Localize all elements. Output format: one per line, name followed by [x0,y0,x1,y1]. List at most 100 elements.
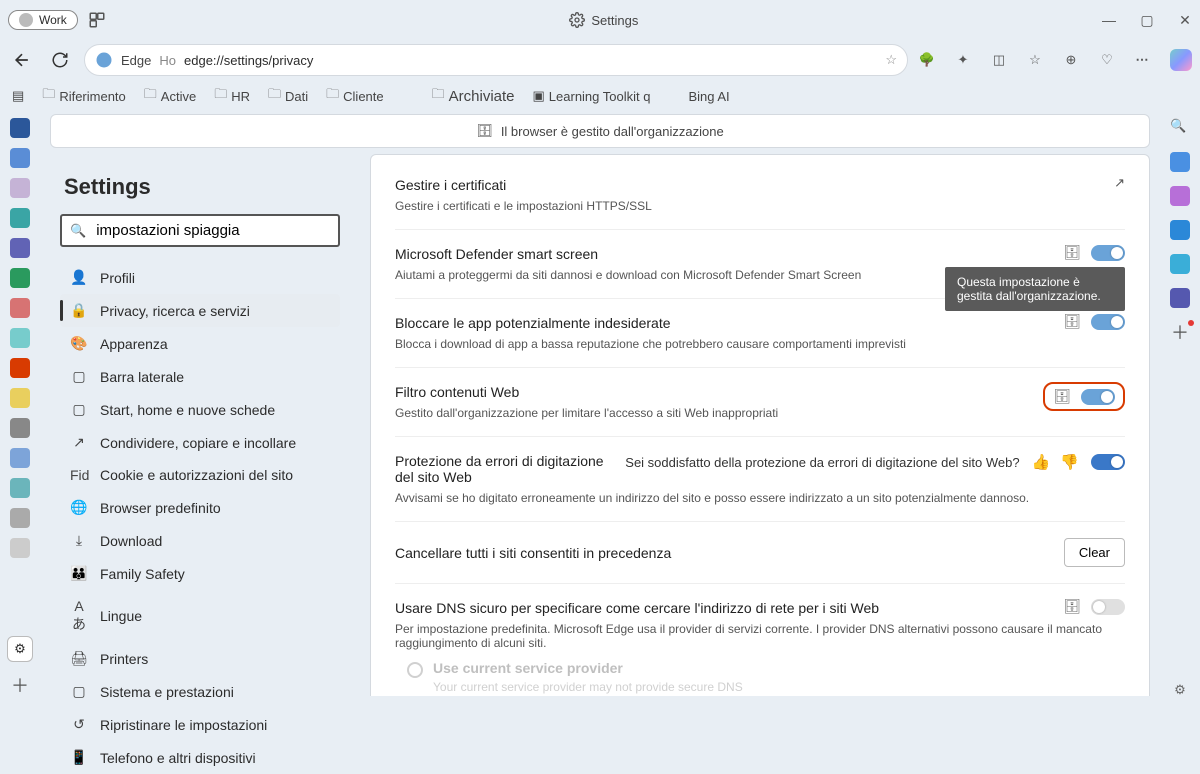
managed-tooltip: Questa impostazione è gestita dall'organ… [945,267,1125,311]
back-button[interactable] [8,46,36,74]
pinned-app[interactable] [10,538,30,558]
browser-essentials-icon[interactable]: ♡ [1098,51,1116,69]
settings-nav-item[interactable]: 🔒Privacy, ricerca e servizi [60,294,340,327]
settings-heading: Settings [64,174,340,200]
settings-search[interactable]: 🔍 [60,214,340,247]
more-menu-icon[interactable]: ⋯ [1134,51,1152,69]
collections-icon[interactable]: ⊕ [1062,51,1080,69]
managed-by-org-banner[interactable]: 🗄 Il browser è gestito dall'organizzazio… [50,114,1150,148]
add-app-button[interactable]: ＋ [11,672,29,698]
workspaces-icon[interactable] [88,11,106,29]
profile-pill[interactable]: Work [8,10,78,30]
sidebar-teams-icon[interactable] [1170,288,1190,308]
extension-icon-1[interactable]: 🌳 [918,51,936,69]
settings-nav-item[interactable]: 👪 Family Safety [60,557,340,590]
bookmark-folder[interactable]: 🗀Dati [268,85,308,107]
sidebar-shopping-icon[interactable] [1170,152,1190,172]
search-input[interactable] [94,221,330,240]
pinned-app[interactable] [10,358,30,378]
favorite-star-icon[interactable]: ☆ [885,52,897,68]
pinned-app[interactable] [10,268,30,288]
maximize-button[interactable]: ▢ [1140,12,1154,29]
url-separator: Ho [159,53,176,68]
pinned-app[interactable] [10,148,30,168]
pinned-app[interactable] [10,448,30,468]
bookmark-folder[interactable]: 🗀HR [214,85,250,107]
settings-nav-item[interactable]: FidCookie e autorizzazioni del sito [60,459,340,491]
edge-logo-icon [95,51,113,69]
pinned-app[interactable] [10,508,30,528]
setting-block-apps: Bloccare le app potenzialmente indesider… [395,299,1125,368]
close-button[interactable]: ✕ [1178,12,1192,29]
split-view-icon[interactable]: ◫ [990,51,1008,69]
nav-item-label: Lingue [100,608,142,624]
nav-item-icon: 🌐 [70,499,88,516]
pinned-app[interactable] [10,418,30,438]
sidebar-add-button[interactable]: ＋ [1170,322,1190,342]
settings-nav-item[interactable]: ↺Ripristinare le impostazioni [60,708,340,741]
sidebar-search-icon[interactable]: 🔍 [1170,118,1190,138]
favorites-icon[interactable]: ☆ [1026,51,1044,69]
browser-toolbar: Edge Ho edge://settings/privacy ☆ 🌳 ✦ ◫ … [0,40,1200,80]
external-link-icon[interactable]: ↗ [1114,175,1125,191]
nav-item-label: Privacy, ricerca e servizi [100,303,250,319]
dns-toggle[interactable] [1091,599,1125,615]
pinned-app[interactable] [10,238,30,258]
search-icon: 🔍 [70,223,86,239]
settings-app-icon[interactable]: ⚙ [7,636,33,662]
nav-item-label: Family Safety [100,566,185,582]
bookmark-folder[interactable]: 🗀Cliente [326,85,383,107]
vertical-tabs-button[interactable]: ▤ [12,88,24,104]
settings-nav-item[interactable]: ▢Sistema e prestazioni [60,675,340,708]
settings-nav-item[interactable]: ↗Condividere, copiare e incollare [60,426,340,459]
right-sidebar: 🔍 ＋ ⚙ [1160,112,1200,706]
settings-nav-item[interactable]: ▢Barra laterale [60,360,340,393]
settings-nav-item[interactable]: 🌐 Browser predefinito [60,491,340,524]
copilot-icon[interactable] [1170,49,1192,71]
nav-item-label: Barra laterale [100,369,184,385]
settings-panel[interactable]: Gestire i certificati Gestire i certific… [370,154,1150,696]
pinned-app[interactable] [10,298,30,318]
nav-item-icon: ▢ [70,683,88,700]
typo-toggle[interactable] [1091,454,1125,470]
pinned-app[interactable] [10,208,30,228]
bookmark-link[interactable]: Bing AI [688,89,729,104]
settings-nav-item[interactable]: ▢Start, home e nuove schede [60,393,340,426]
url-bar[interactable]: Edge Ho edge://settings/privacy ☆ [84,44,908,76]
sidebar-app-icon[interactable] [1170,254,1190,274]
settings-nav-item[interactable]: AあLingue [60,590,340,642]
bookmark-folder[interactable]: 🗀Archiviate [432,85,515,107]
pinned-app[interactable] [10,328,30,348]
nav-item-icon: 👪 [70,565,88,582]
settings-nav-item[interactable]: 👤Profili [60,261,340,294]
nav-item-label: Browser predefinito [100,500,221,516]
pinned-app[interactable] [10,118,30,138]
pinned-app[interactable] [10,178,30,198]
sidebar-settings-icon[interactable]: ⚙ [1174,682,1186,698]
defender-toggle[interactable] [1091,245,1125,261]
clear-button[interactable]: Clear [1064,538,1125,567]
webfilter-toggle[interactable] [1081,389,1115,405]
settings-nav-item[interactable]: 🎨Apparenza [60,327,340,360]
pinned-app[interactable] [10,388,30,408]
blockapps-toggle[interactable] [1091,314,1125,330]
bookmark-folder[interactable]: 🗀Active [144,85,196,107]
sidebar-app-icon[interactable] [1170,186,1190,206]
thumbs-down-icon[interactable]: 👎 [1060,453,1079,471]
bookmark-folder[interactable]: 🗀Riferimento [42,85,125,107]
extensions-icon[interactable]: ✦ [954,51,972,69]
thumbs-up-icon[interactable]: 👍 [1032,453,1051,471]
setting-certificates[interactable]: Gestire i certificati Gestire i certific… [395,161,1125,230]
minimize-button[interactable]: ― [1102,12,1116,28]
nav-item-label: Condividere, copiare e incollare [100,435,296,451]
settings-nav-item[interactable]: 📱Telefono e altri dispositivi [60,741,340,774]
nav-item-label: Profili [100,270,135,286]
sidebar-outlook-icon[interactable] [1170,220,1190,240]
settings-nav-item[interactable]: ⤓Download [60,524,340,557]
bookmark-link[interactable]: ▣Learning Toolkit q [533,88,651,104]
profile-label: Work [39,13,67,27]
settings-nav-item[interactable]: 🖨Printers [60,642,340,675]
refresh-button[interactable] [46,46,74,74]
pinned-app[interactable] [10,478,30,498]
profile-avatar-icon [19,13,33,27]
